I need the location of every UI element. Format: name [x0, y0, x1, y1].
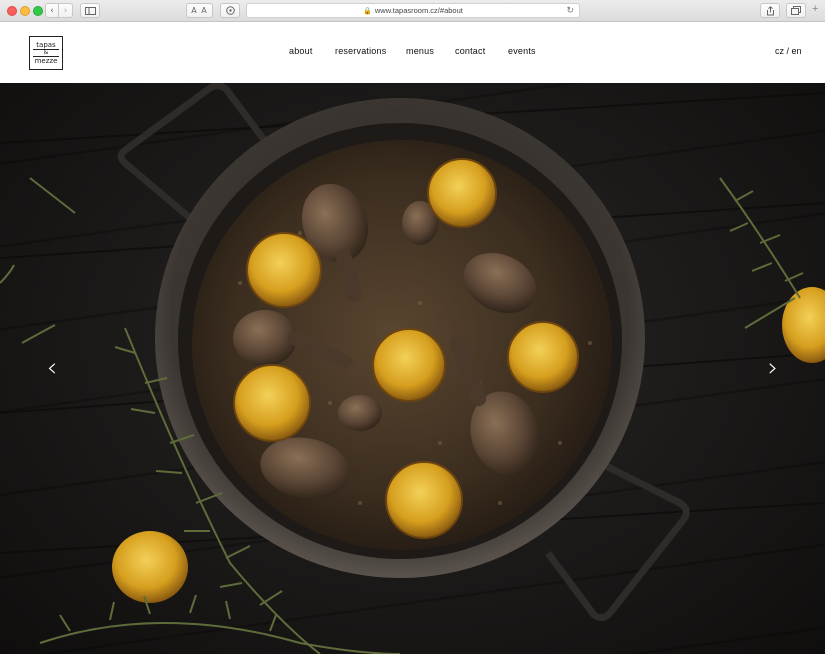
- back-button[interactable]: ‹: [45, 3, 59, 18]
- nav-menus[interactable]: menus: [406, 46, 434, 56]
- share-button[interactable]: [760, 3, 780, 18]
- close-window-button[interactable]: [7, 6, 17, 16]
- nav-reservations[interactable]: reservations: [335, 46, 386, 56]
- whole-lemon-right: [782, 287, 825, 363]
- nav-events[interactable]: events: [508, 46, 536, 56]
- whole-lemon-bottom: [112, 531, 188, 603]
- zoom-window-button[interactable]: [33, 6, 43, 16]
- language-switcher[interactable]: cz / en: [775, 46, 802, 56]
- forward-button[interactable]: ›: [59, 3, 73, 18]
- browser-toolbar: ‹ › A A 🔒 www.tapasroom.cz/#about ↻ +: [0, 0, 825, 22]
- chevron-right-icon: ›: [63, 5, 68, 16]
- nav-contact[interactable]: contact: [455, 46, 485, 56]
- nav-about[interactable]: about: [289, 46, 313, 56]
- main-nav: about reservations menus contact events: [0, 46, 825, 60]
- sidebar-icon: [84, 6, 96, 15]
- reload-icon[interactable]: ↻: [566, 5, 574, 16]
- paella-photo: [0, 83, 825, 654]
- minimize-window-button[interactable]: [20, 6, 30, 16]
- slider-prev-button[interactable]: ‹: [42, 353, 62, 383]
- slider-next-button[interactable]: ›: [763, 353, 783, 383]
- tabs-icon: [791, 6, 801, 15]
- shield-icon: [225, 6, 235, 15]
- site-header: tapas & mezze about reservations menus c…: [0, 22, 825, 83]
- chevron-right-icon: ›: [767, 353, 779, 383]
- tab-overview-button[interactable]: [786, 3, 806, 18]
- new-tab-icon[interactable]: +: [812, 3, 818, 15]
- hero-slider: ‹ ›: [0, 83, 825, 654]
- chevron-left-icon: ‹: [46, 353, 58, 383]
- url-text: www.tapasroom.cz/#about: [374, 6, 463, 15]
- sidebar-toggle-button[interactable]: [80, 3, 100, 18]
- address-bar[interactable]: 🔒 www.tapasroom.cz/#about ↻: [246, 3, 580, 18]
- privacy-report-button[interactable]: [220, 3, 240, 18]
- lock-icon: 🔒: [363, 7, 372, 15]
- chevron-left-icon: ‹: [50, 5, 54, 16]
- share-icon: [766, 5, 774, 15]
- text-size-button[interactable]: A A: [186, 3, 213, 18]
